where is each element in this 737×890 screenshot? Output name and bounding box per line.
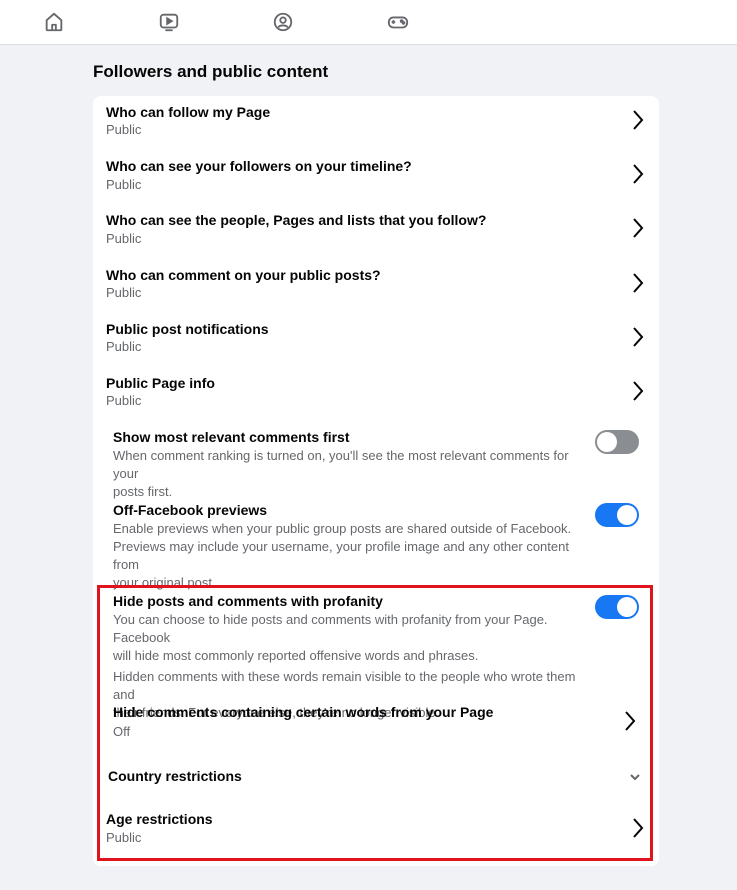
chevron-right-icon bbox=[631, 163, 645, 185]
setting-value: Public bbox=[106, 231, 142, 246]
setting-row-who-can-follow[interactable]: Who can follow my Page Public bbox=[93, 96, 659, 150]
chevron-right-icon bbox=[631, 109, 645, 131]
description-line: Hidden comments with these words remain … bbox=[113, 669, 576, 702]
video-icon[interactable] bbox=[157, 10, 181, 34]
setting-row-off-facebook-previews: Off-Facebook previews Enable previews wh… bbox=[93, 494, 659, 590]
setting-row-see-following[interactable]: Who can see the people, Pages and lists … bbox=[93, 204, 659, 258]
setting-title: Public Page info bbox=[106, 375, 215, 391]
setting-row-age-restrictions[interactable]: Age restrictions Public bbox=[93, 807, 659, 857]
setting-title: Who can see the people, Pages and lists … bbox=[106, 212, 487, 228]
setting-row-country-restrictions[interactable]: Country restrictions bbox=[93, 760, 659, 796]
chevron-right-icon bbox=[631, 380, 645, 402]
setting-title: Age restrictions bbox=[106, 811, 213, 827]
setting-title: Country restrictions bbox=[108, 768, 242, 784]
setting-value: Public bbox=[106, 830, 142, 845]
setting-value: Public bbox=[106, 177, 142, 192]
setting-value: Off bbox=[113, 724, 131, 739]
chevron-right-icon bbox=[631, 817, 645, 839]
setting-value: Public bbox=[106, 122, 142, 137]
section-title: Followers and public content bbox=[93, 62, 329, 81]
toggle-knob bbox=[617, 505, 637, 525]
setting-title: Off-Facebook previews bbox=[113, 502, 268, 518]
description-line: Enable previews when your public group p… bbox=[113, 521, 572, 536]
description-line: will hide most commonly reported offensi… bbox=[113, 648, 479, 663]
setting-value: Public bbox=[106, 285, 142, 300]
profanity-filter-toggle[interactable] bbox=[595, 595, 639, 619]
chevron-right-icon bbox=[623, 710, 637, 732]
setting-title: Show most relevant comments first bbox=[113, 429, 350, 445]
setting-row-see-followers[interactable]: Who can see your followers on your timel… bbox=[93, 150, 659, 204]
setting-value: Public bbox=[106, 339, 142, 354]
setting-row-profanity-filter: Hide posts and comments with profanity Y… bbox=[93, 586, 659, 720]
setting-row-who-can-comment[interactable]: Who can comment on your public posts? Pu… bbox=[93, 259, 659, 313]
description-line: When comment ranking is turned on, you'l… bbox=[113, 448, 569, 481]
gaming-icon[interactable] bbox=[386, 10, 410, 34]
setting-title: Who can comment on your public posts? bbox=[106, 267, 381, 283]
off-facebook-previews-toggle[interactable] bbox=[595, 503, 639, 527]
toggle-knob bbox=[617, 597, 637, 617]
setting-title: Hide comments containing certain words f… bbox=[113, 704, 494, 720]
setting-title: Public post notifications bbox=[106, 321, 269, 337]
setting-row-hide-words[interactable]: Hide comments containing certain words f… bbox=[93, 700, 659, 750]
chevron-right-icon bbox=[631, 217, 645, 239]
toggle-knob bbox=[597, 432, 617, 452]
setting-description: Enable previews when your public group p… bbox=[113, 520, 588, 592]
setting-description: When comment ranking is turned on, you'l… bbox=[113, 447, 588, 501]
description-line: Previews may include your username, your… bbox=[113, 539, 569, 572]
groups-icon[interactable] bbox=[271, 10, 295, 34]
setting-title: Who can see your followers on your timel… bbox=[106, 158, 412, 174]
relevant-comments-toggle[interactable] bbox=[595, 430, 639, 454]
setting-title: Who can follow my Page bbox=[106, 104, 271, 120]
setting-row-relevant-comments: Show most relevant comments first When c… bbox=[93, 421, 659, 499]
settings-card: Who can follow my Page Public Who can se… bbox=[93, 96, 659, 866]
setting-value: Public bbox=[106, 393, 142, 408]
chevron-down-icon bbox=[628, 770, 642, 784]
setting-row-post-notifications[interactable]: Public post notifications Public bbox=[93, 313, 659, 367]
chevron-right-icon bbox=[631, 326, 645, 348]
home-icon[interactable] bbox=[42, 10, 66, 34]
setting-row-public-page-info[interactable]: Public Page info Public bbox=[93, 367, 659, 421]
description-line: You can choose to hide posts and comment… bbox=[113, 612, 548, 645]
top-nav-bar bbox=[0, 0, 737, 45]
chevron-right-icon bbox=[631, 272, 645, 294]
setting-title: Hide posts and comments with profanity bbox=[113, 593, 383, 609]
